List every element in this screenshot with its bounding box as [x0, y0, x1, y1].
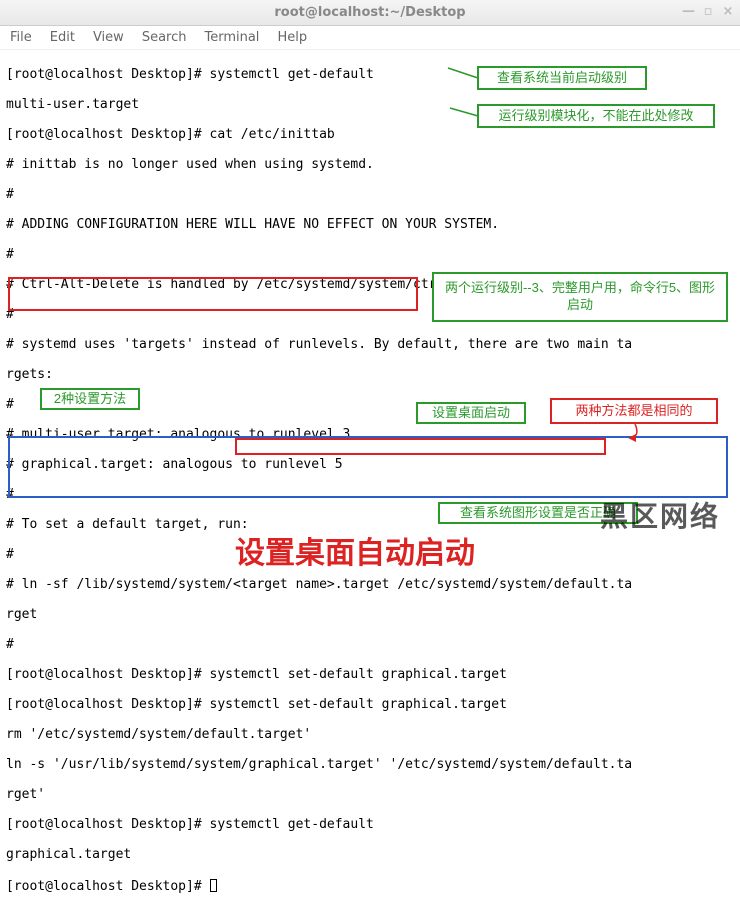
terminal-line: [root@localhost Desktop]# — [6, 877, 734, 894]
annotation-set-desktop: 设置桌面启动 — [416, 402, 526, 424]
annotation-module-note: 运行级别模块化，不能在此处修改 — [477, 104, 715, 128]
terminal-line: [root@localhost Desktop]# cat /etc/initt… — [6, 127, 734, 142]
window-title: root@localhost:~/Desktop — [274, 5, 465, 20]
terminal-line: # — [6, 637, 734, 652]
terminal-line: [root@localhost Desktop]# systemctl get-… — [6, 817, 734, 832]
annotation-check-graphical: 查看系统图形设置是否正确 — [438, 502, 638, 524]
terminal-line: [root@localhost Desktop]# systemctl set-… — [6, 667, 734, 682]
minimize-icon[interactable]: — — [682, 4, 694, 19]
terminal-line: # — [6, 547, 734, 562]
terminal-line: # ADDING CONFIGURATION HERE WILL HAVE NO… — [6, 217, 734, 232]
terminal-line: rget — [6, 607, 734, 622]
menu-terminal[interactable]: Terminal — [204, 30, 259, 45]
terminal-line: rget' — [6, 787, 734, 802]
highlight-targets-runlevel — [8, 277, 418, 311]
terminal-line: # systemd uses 'targets' instead of runl… — [6, 337, 734, 352]
menu-file[interactable]: File — [10, 30, 32, 45]
window-titlebar: root@localhost:~/Desktop — ▫ × — [0, 0, 740, 26]
terminal-line: ln -s '/usr/lib/systemd/system/graphical… — [6, 757, 734, 772]
menubar: File Edit View Search Terminal Help — [0, 26, 740, 50]
window-controls: — ▫ × — [682, 4, 734, 19]
terminal-line: graphical.target — [6, 847, 734, 862]
menu-search[interactable]: Search — [142, 30, 187, 45]
menu-view[interactable]: View — [93, 30, 124, 45]
terminal-line: # ln -sf /lib/systemd/system/<target nam… — [6, 577, 734, 592]
annotation-two-methods: 2种设置方法 — [40, 388, 140, 410]
annotation-current-runlevel: 查看系统当前启动级别 — [477, 66, 647, 90]
terminal-line: # — [6, 247, 734, 262]
terminal-line: # inittab is no longer used when using s… — [6, 157, 734, 172]
terminal-line: rm '/etc/systemd/system/default.target' — [6, 727, 734, 742]
highlight-method-output — [8, 436, 728, 498]
maximize-icon[interactable]: ▫ — [702, 4, 714, 19]
menu-edit[interactable]: Edit — [50, 30, 75, 45]
menu-help[interactable]: Help — [277, 30, 307, 45]
annotation-two-runlevels: 两个运行级别--3、完整用户用，命令行5、图形启动 — [432, 272, 728, 322]
terminal-line: # — [6, 187, 734, 202]
terminal-line: rgets: — [6, 367, 734, 382]
annotation-both-same: 两种方法都是相同的 — [550, 398, 718, 424]
terminal-line: [root@localhost Desktop]# systemctl set-… — [6, 697, 734, 712]
cursor-icon — [210, 879, 217, 892]
close-icon[interactable]: × — [722, 4, 734, 19]
